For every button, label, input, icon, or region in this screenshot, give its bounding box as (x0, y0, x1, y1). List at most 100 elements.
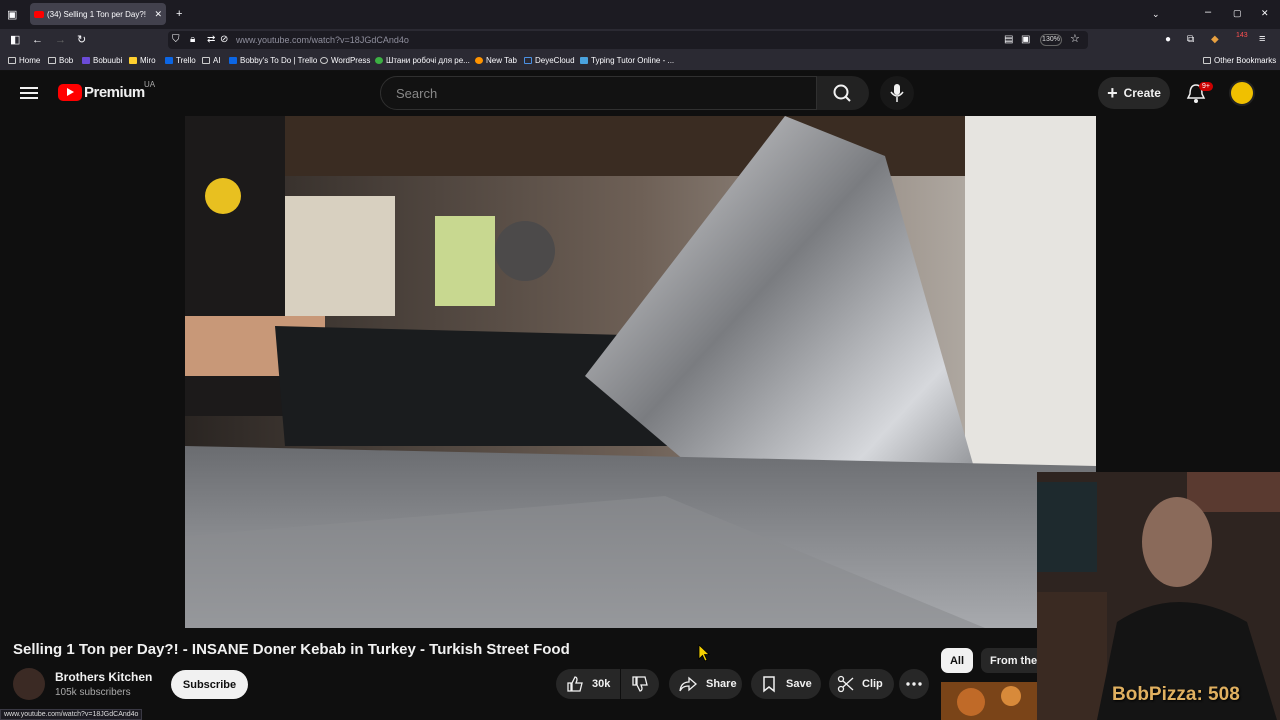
notification-badge: 9+ (1199, 82, 1213, 91)
cloud-icon (524, 57, 532, 64)
channel-name[interactable]: Brothers Kitchen (55, 670, 152, 684)
youtube-logo[interactable]: Premium UA (58, 80, 155, 101)
folder-icon (48, 57, 56, 64)
screenshot-icon[interactable]: ▣ (1021, 34, 1030, 46)
browser-tab-strip (0, 0, 1280, 29)
trello-icon (165, 57, 173, 64)
url-text[interactable]: www.youtube.com/watch?v=18JGdCAnd4o (236, 35, 409, 45)
youtube-play-icon (58, 84, 82, 101)
bookmark-pants[interactable]: Штани робочі для ре... (375, 56, 470, 65)
logo-text: Premium (84, 84, 145, 101)
create-label: Create (1123, 86, 1161, 100)
tracking-icon[interactable]: ⊘ (220, 34, 228, 46)
bookmark-newtab[interactable]: New Tab (475, 56, 517, 65)
account-icon[interactable]: ● (1165, 34, 1171, 46)
app-menu-icon[interactable]: ≡ (1259, 33, 1265, 45)
trello-icon (229, 57, 237, 64)
scissors-icon (837, 675, 854, 693)
zoom-level[interactable]: 130% (1040, 34, 1062, 46)
thumbs-up-icon (567, 676, 583, 692)
other-bookmarks[interactable]: Other Bookmarks (1203, 56, 1276, 65)
search-icon (833, 84, 851, 102)
save-label: Save (786, 678, 812, 690)
recommended-video-thumbnail[interactable] (941, 682, 1037, 720)
bookmark-miro[interactable]: Miro (129, 56, 156, 65)
youtube-favicon-icon (34, 10, 44, 18)
bookmark-wordpress[interactable]: WordPress (320, 56, 370, 65)
extension-badge[interactable]: 143 (1236, 30, 1248, 42)
video-frame (185, 116, 1096, 628)
reload-icon[interactable]: ↻ (77, 34, 86, 46)
search-button[interactable] (817, 76, 869, 110)
back-icon[interactable]: ← (32, 34, 43, 46)
mouse-cursor-icon (698, 644, 710, 662)
thumbs-down-icon (632, 676, 648, 692)
bookmark-deyecloud[interactable]: DeyeCloud (524, 56, 575, 65)
clip-button[interactable]: Clip (829, 669, 894, 699)
avatar[interactable] (1229, 80, 1255, 106)
video-player[interactable] (185, 116, 1096, 628)
bookmark-bobuubi[interactable]: Bobuubi (82, 56, 122, 65)
bookmark-favicon-icon (580, 57, 588, 64)
bookmark-icon (763, 676, 775, 693)
share-icon (679, 676, 697, 692)
permissions-icon[interactable]: ⇄ (207, 34, 215, 46)
share-button[interactable]: Share (669, 669, 742, 699)
extension-icon[interactable]: ◆ (1211, 34, 1219, 46)
shield-icon[interactable]: ⛉ (172, 34, 180, 46)
maximize-icon[interactable]: ▢ (1233, 7, 1242, 19)
folder-icon (202, 57, 210, 64)
bookmark-todo[interactable]: Bobby's To Do | Trello (229, 56, 317, 65)
video-title: Selling 1 Ton per Day?! - INSANE Doner K… (13, 641, 570, 658)
bookmark-typing[interactable]: Typing Tutor Online - ... (580, 56, 674, 65)
subscribe-button[interactable]: Subscribe (171, 670, 248, 699)
bookmark-trello[interactable]: Trello (165, 56, 196, 65)
clip-label: Clip (862, 678, 883, 690)
thumbnail-image (941, 682, 1037, 720)
chip-from-channel[interactable]: From the (981, 648, 1037, 673)
bookmark-favicon-icon (82, 57, 90, 64)
minimize-icon[interactable]: – (1205, 6, 1211, 18)
firefox-icon (475, 57, 483, 64)
lock-icon[interactable]: 🔒︎ (190, 34, 195, 46)
stream-overlay-text: BobPizza: 508 (1112, 684, 1240, 705)
search-placeholder: Search (396, 86, 438, 101)
reader-view-icon[interactable]: ▤ (1004, 34, 1013, 46)
country-code: UA (144, 80, 156, 89)
wordpress-icon (320, 57, 328, 64)
bookmark-ai[interactable]: AI (202, 56, 221, 65)
bookmark-favicon-icon (375, 57, 383, 64)
search-input[interactable] (380, 76, 817, 110)
tab-list-icon[interactable]: ▣ (7, 9, 17, 21)
miro-icon (129, 57, 137, 64)
star-icon[interactable]: ☆ (1070, 33, 1080, 45)
save-button[interactable]: Save (751, 669, 821, 699)
folder-icon (1203, 57, 1211, 64)
browser-tab[interactable]: (34) Selling 1 Ton per Day?! ✕ (30, 3, 166, 25)
hamburger-icon[interactable] (20, 86, 38, 100)
create-button[interactable]: + Create (1098, 77, 1170, 109)
more-actions-button[interactable] (899, 669, 929, 699)
tab-close-icon[interactable]: ✕ (154, 9, 162, 20)
like-button[interactable]: 30k (556, 669, 620, 699)
forward-icon[interactable]: → (55, 34, 66, 46)
link-status-bar: www.youtube.com/watch?v=18JGdCAnd4o (0, 709, 143, 720)
dislike-button[interactable] (621, 669, 659, 699)
voice-search-button[interactable] (880, 76, 914, 110)
extensions-icon[interactable]: ⧉ (1187, 34, 1194, 46)
webcam-image (1037, 472, 1280, 720)
bookmarks-bar: Home Bob Bobuubi Miro Trello AI Bobby's … (0, 51, 1280, 71)
window-close-icon[interactable]: ✕ (1261, 7, 1269, 19)
webcam-overlay (1037, 472, 1280, 720)
chevron-down-icon[interactable]: ⌄ (1152, 8, 1160, 20)
channel-avatar[interactable] (13, 668, 45, 700)
bookmark-bob[interactable]: Bob (48, 56, 73, 65)
new-tab-icon[interactable]: + (176, 8, 182, 20)
bookmark-home[interactable]: Home (8, 56, 40, 65)
plus-icon: + (1107, 82, 1118, 103)
sidebar-toggle-icon[interactable]: ◧ (10, 34, 20, 46)
chip-all[interactable]: All (941, 648, 973, 673)
microphone-icon (890, 84, 904, 102)
more-horizontal-icon (906, 682, 922, 686)
share-label: Share (706, 678, 737, 690)
